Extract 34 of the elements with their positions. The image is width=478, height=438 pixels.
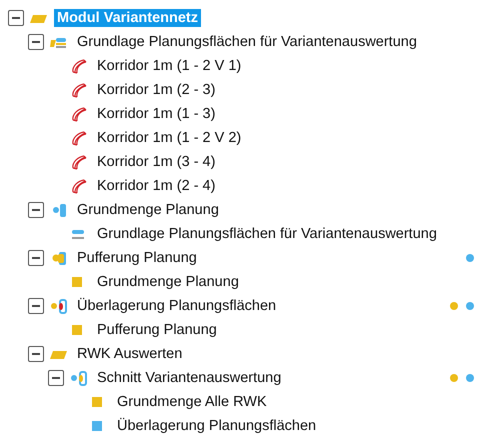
tree-item[interactable]: Korridor 1m (2 - 4) [94, 177, 218, 195]
process-icon [50, 202, 68, 218]
expander[interactable] [8, 10, 24, 26]
expander[interactable] [28, 34, 44, 50]
tree-item[interactable]: Korridor 1m (3 - 4) [94, 153, 218, 171]
tree-item[interactable]: Überlagerung Planungsflächen [114, 417, 320, 435]
hatched-shape-icon [70, 106, 88, 122]
expander[interactable] [28, 346, 44, 362]
hatched-shape-icon [70, 130, 88, 146]
tree-item[interactable]: Korridor 1m (1 - 2 V 2) [94, 129, 244, 147]
hatched-shape-icon [70, 178, 88, 194]
tree-item[interactable]: Grundmenge Planung [74, 201, 222, 219]
tree-item[interactable]: Korridor 1m (1 - 2 V 1) [94, 57, 244, 75]
hatched-shape-icon [70, 154, 88, 170]
process-icon [70, 370, 88, 386]
tree-item[interactable]: Grundlage Planungsflächen für Variantenauswertung [94, 225, 440, 243]
tree-item[interactable]: Grundlage Planungsflächen für Variantenauswertung [74, 33, 420, 51]
tree-item[interactable]: Grundmenge Planung [94, 273, 242, 291]
process-icon [50, 298, 68, 314]
tree-item[interactable]: RWK Auswerten [74, 345, 186, 363]
expander[interactable] [28, 298, 44, 314]
tree-item[interactable]: Überlagerung Planungsflächen [74, 297, 280, 315]
expander[interactable] [28, 250, 44, 266]
tree-item[interactable]: Schnitt Variantenauswertung [94, 369, 284, 387]
tree-item[interactable]: Pufferung Planung [74, 249, 200, 267]
tree-item[interactable]: Korridor 1m (2 - 3) [94, 81, 218, 99]
tree-item[interactable]: Grundmenge Alle RWK [114, 393, 270, 411]
tree-item[interactable]: Pufferung Planung [94, 321, 220, 339]
hatched-shape-icon [70, 58, 88, 74]
process-icon [50, 250, 68, 266]
tree-item[interactable]: Korridor 1m (1 - 3) [94, 105, 218, 123]
expander[interactable] [48, 370, 64, 386]
expander[interactable] [28, 202, 44, 218]
hatched-shape-icon [70, 82, 88, 98]
